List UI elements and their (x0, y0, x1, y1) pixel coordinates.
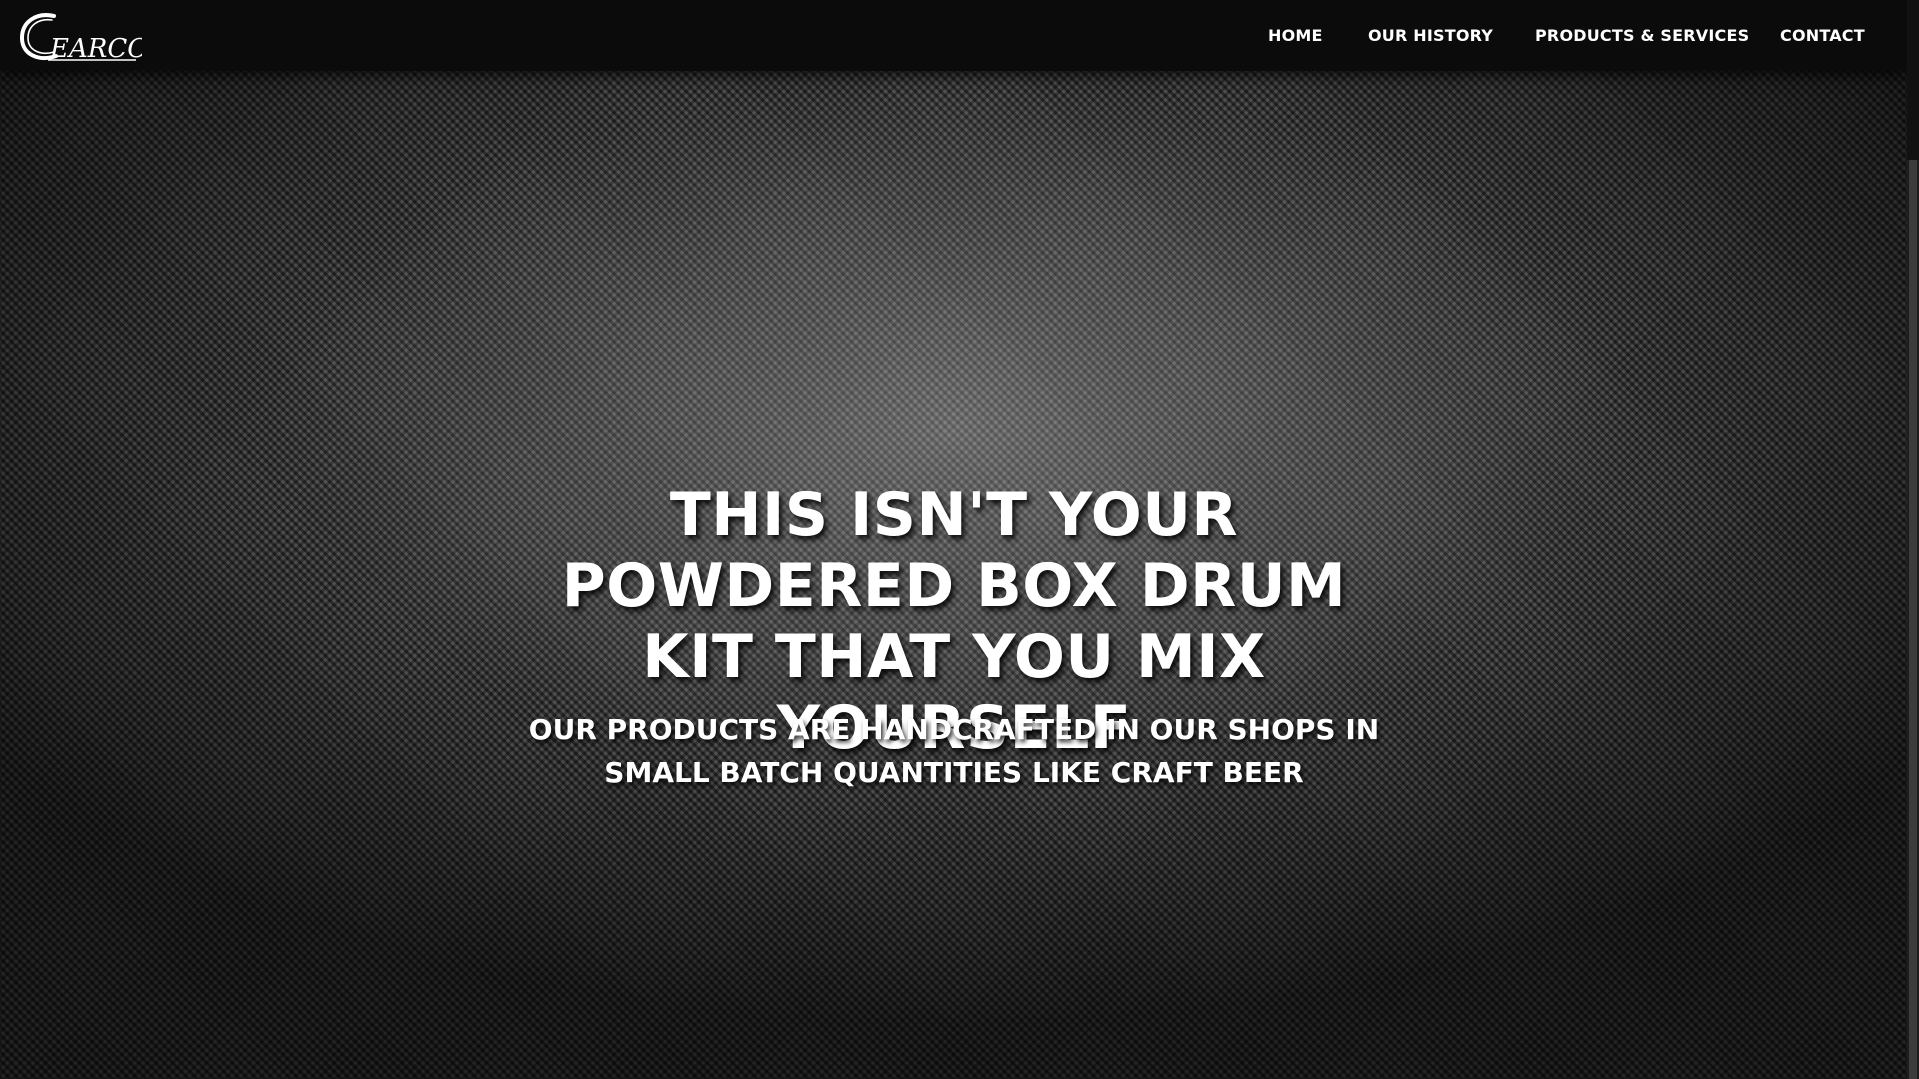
scrollbar[interactable] (1907, 0, 1919, 1079)
page: EARCO HOME OUR HISTORY PRODUCTS & SERVIC… (0, 0, 1919, 1079)
nav-our-history[interactable]: OUR HISTORY (1368, 26, 1493, 45)
nav-contact[interactable]: CONTACT (1780, 26, 1865, 45)
hero-subheadline: OUR PRODUCTS ARE HANDCRAFTED IN OUR SHOP… (528, 713, 1380, 789)
scrollbar-track-top (1907, 0, 1919, 160)
scrollbar-thumb[interactable] (1909, 160, 1917, 1079)
logo-wordmark: EARCO (49, 34, 142, 62)
logo[interactable]: EARCO (18, 10, 149, 64)
nav-products-services[interactable]: PRODUCTS & SERVICES (1535, 26, 1749, 45)
cearco-logo-icon: EARCO (19, 13, 149, 64)
viewport: EARCO HOME OUR HISTORY PRODUCTS & SERVIC… (0, 0, 1907, 1079)
nav-home[interactable]: HOME (1268, 26, 1323, 45)
navbar: EARCO HOME OUR HISTORY PRODUCTS & SERVIC… (0, 0, 1907, 71)
